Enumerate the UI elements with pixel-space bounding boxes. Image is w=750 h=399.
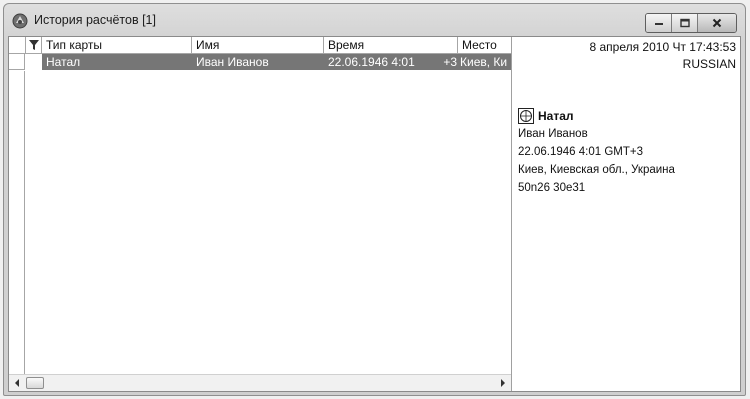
cell-type: Натал — [46, 55, 81, 69]
scroll-right-icon[interactable] — [495, 375, 511, 391]
maximize-icon — [679, 18, 690, 28]
filter-icon — [29, 40, 39, 50]
window-client: Тип карты Имя Время Место Натал Иван Ива… — [8, 36, 741, 392]
minimize-icon — [654, 23, 663, 25]
column-header-name[interactable]: Имя — [192, 37, 324, 53]
history-table: Тип карты Имя Время Место Натал Иван Ива… — [9, 37, 512, 391]
title-bar[interactable]: История расчётов [1] — [4, 4, 745, 38]
table-header: Тип карты Имя Время Место — [9, 37, 511, 54]
astrology-app-icon — [12, 13, 28, 29]
header-indicator-cell — [9, 37, 26, 53]
column-header-place[interactable]: Место — [458, 37, 511, 53]
chart-title-line: Натал — [518, 107, 675, 125]
window-title: История расчётов [1] — [34, 13, 156, 27]
row-indicator[interactable] — [9, 54, 25, 70]
cell-time: 22.06.1946 4:01 — [328, 55, 415, 69]
current-date: 8 апреля 2010 Чт 17:43:53 — [589, 40, 736, 54]
close-button[interactable] — [698, 14, 736, 32]
horizontal-scrollbar[interactable] — [9, 374, 511, 391]
chart-type: Натал — [538, 109, 574, 123]
birth-place: Киев, Киевская обл., Украина — [518, 164, 675, 176]
natal-chart-icon — [518, 108, 534, 124]
cell-name: Иван Иванов — [196, 55, 269, 69]
person-name: Иван Иванов — [518, 128, 588, 140]
column-header-type[interactable]: Тип карты — [42, 37, 192, 53]
scroll-thumb[interactable] — [26, 377, 44, 389]
birth-datetime: 22.06.1946 4:01 GMT+3 — [518, 146, 643, 158]
minimize-button[interactable] — [646, 14, 672, 32]
row-gutter — [9, 71, 25, 374]
cell-place: Киев, Ки — [460, 55, 508, 69]
header-filter-cell[interactable] — [26, 37, 42, 53]
table-row[interactable]: Натал Иван Иванов 22.06.1946 4:01 +3 Кие… — [9, 54, 511, 70]
maximize-button[interactable] — [672, 14, 698, 32]
coordinates: 50n26 30e31 — [518, 182, 586, 194]
close-icon — [712, 18, 722, 28]
details-panel: 8 апреля 2010 Чт 17:43:53 RUSSIAN Натал … — [512, 37, 740, 391]
chart-info: Натал Иван Иванов 22.06.1946 4:01 GMT+3 … — [518, 107, 675, 197]
window-controls — [645, 13, 737, 33]
scroll-left-icon[interactable] — [9, 375, 25, 391]
column-header-time[interactable]: Время — [324, 37, 458, 53]
history-window: История расчётов [1] Тип карты Имя Время… — [3, 3, 746, 396]
language-label: RUSSIAN — [682, 57, 736, 71]
cell-tz: +3 — [443, 55, 457, 69]
